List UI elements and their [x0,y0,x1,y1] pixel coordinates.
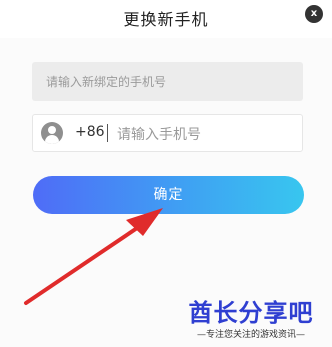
watermark-subtitle: —专注您关注的游戏资讯— [196,330,305,340]
phone-placeholder: 请输入手机号 [117,127,201,143]
dialog-header: 更换新手机 x [0,0,332,38]
user-icon [41,122,63,144]
change-phone-dialog: 更换新手机 x 请输入新绑定的手机号 +86 请输入手机号 确定 酋长分享吧 —… [0,0,332,347]
phone-input[interactable]: +86 请输入手机号 [32,114,303,152]
confirm-button[interactable]: 确定 [33,176,304,214]
watermark: 酋长分享吧 —专注您关注的游戏资讯— [176,299,326,341]
close-button[interactable]: x [305,5,323,23]
new-phone-placeholder: 请输入新绑定的手机号 [46,75,167,89]
input-cursor-divider [107,124,108,142]
new-phone-input[interactable]: 请输入新绑定的手机号 [32,62,303,101]
page-title: 更换新手机 [123,10,209,29]
country-code: +86 [75,124,105,140]
watermark-title: 酋长分享吧 [188,299,314,327]
